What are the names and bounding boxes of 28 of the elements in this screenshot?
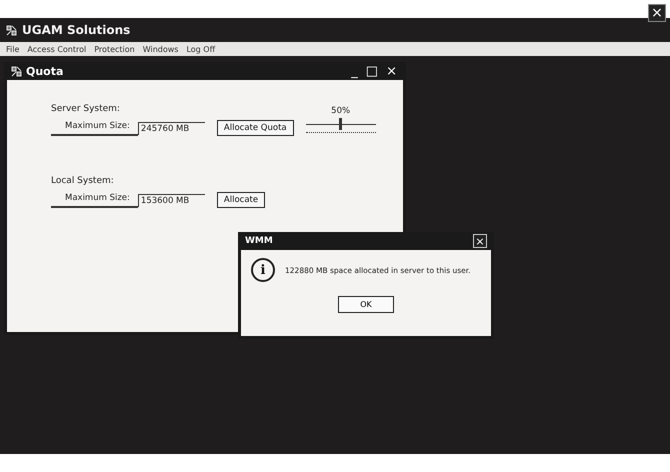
menu-item[interactable]: Protection [94, 44, 135, 54]
window-title: Quota [26, 64, 64, 78]
close-button[interactable]: × [384, 64, 399, 78]
size-field[interactable]: 153600 MB [138, 194, 205, 206]
slider-thumb[interactable] [339, 118, 342, 130]
app-logo-icon [6, 24, 17, 36]
size-field[interactable]: 245760 MB [138, 122, 205, 134]
section-heading: Server System: [51, 104, 120, 114]
info-icon: i [251, 258, 275, 282]
window-title: UGAM Solutions [22, 23, 130, 37]
field-label: Maximum Size: [51, 120, 138, 136]
allocate-button[interactable]: Allocate [216, 192, 266, 208]
slider-reading: 50% [331, 106, 350, 116]
ok-button[interactable]: OK [338, 296, 394, 313]
menu-item[interactable]: Windows [142, 44, 178, 54]
menu-item[interactable]: Log Off [186, 44, 216, 54]
allocate-button[interactable]: Allocate Quota [216, 120, 294, 136]
field-label: Maximum Size: [51, 192, 138, 208]
section-heading: Local System: [51, 176, 114, 186]
close-button[interactable]: × [648, 4, 666, 22]
app-logo-icon [11, 66, 22, 76]
menu-item[interactable]: File [6, 44, 20, 54]
dialog-title: WMM [245, 236, 274, 246]
slider-track[interactable] [306, 118, 376, 132]
minimize-button[interactable]: _ [349, 64, 360, 78]
menu-item[interactable]: Access Control [27, 44, 86, 54]
maximize-button[interactable]: □ [364, 64, 380, 78]
close-button[interactable]: × [473, 234, 487, 248]
